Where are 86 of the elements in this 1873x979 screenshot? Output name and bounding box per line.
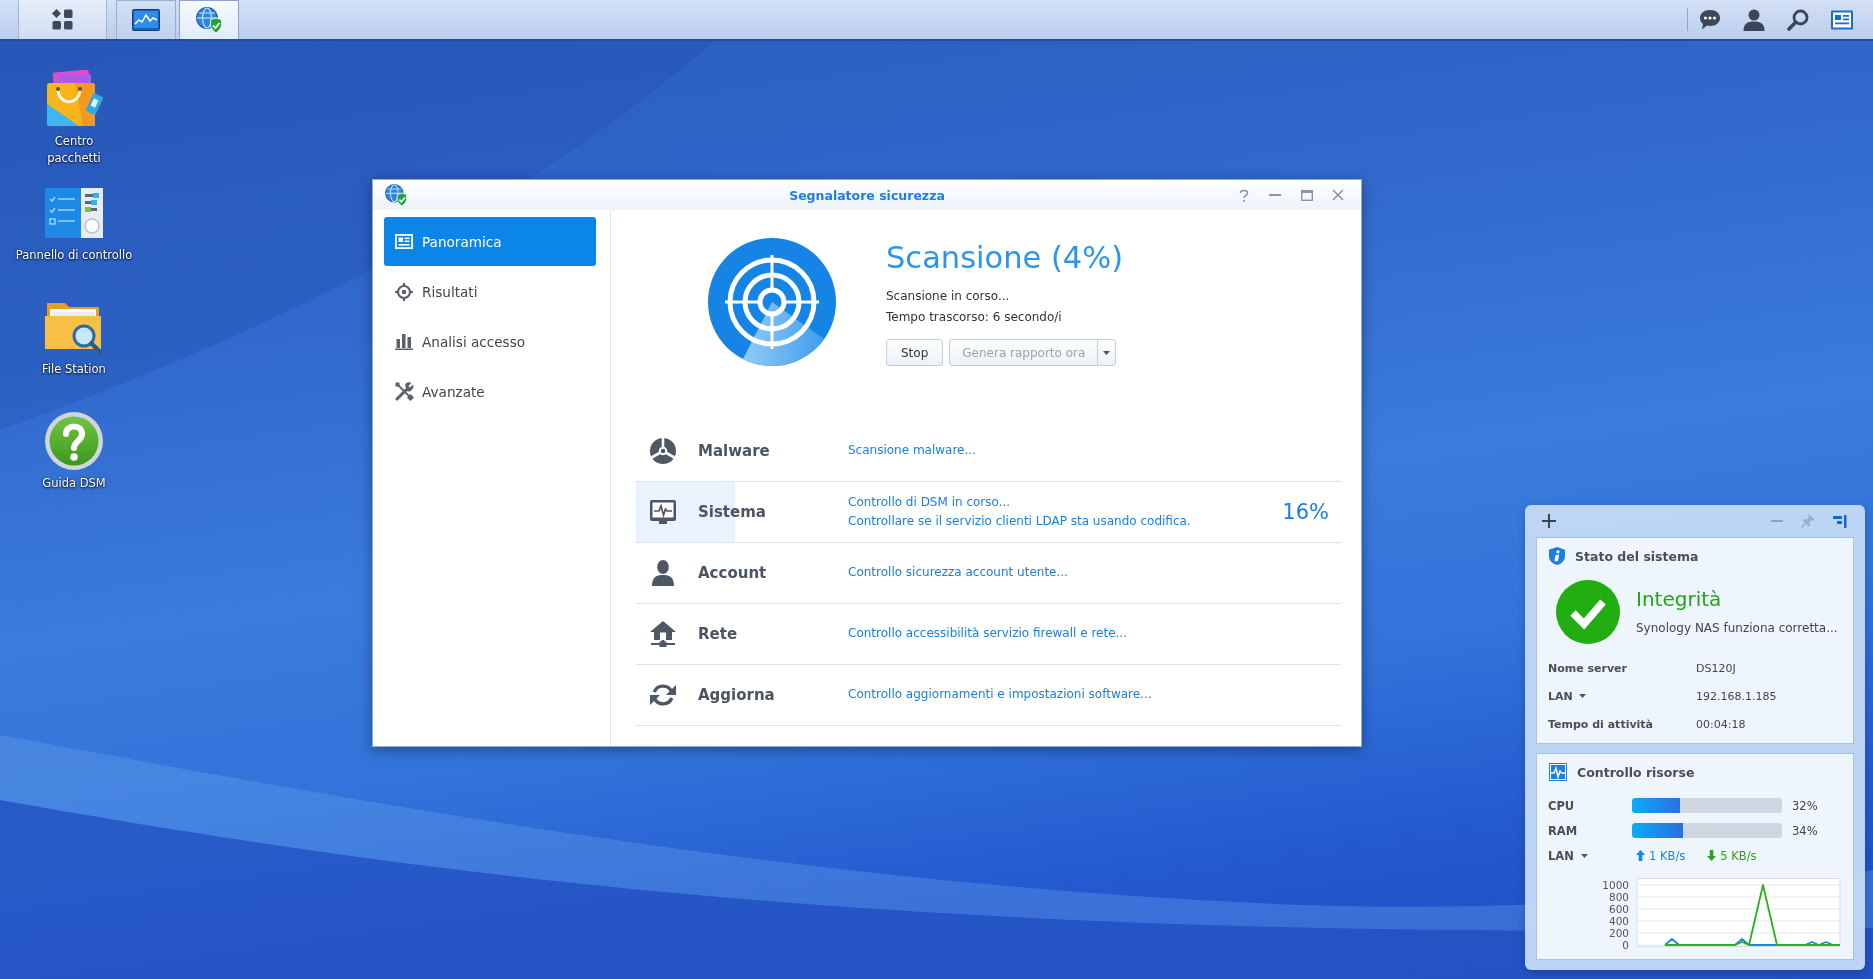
globe-shield-icon — [196, 7, 222, 33]
sidebar-item[interactable]: Risultati — [384, 267, 596, 316]
chart-icon — [132, 9, 160, 31]
main-menu-button[interactable] — [18, 0, 107, 39]
desktop-shortcut[interactable]: File Station — [8, 298, 140, 412]
axis-tick-label: 800 — [1608, 890, 1629, 903]
search-icon[interactable] — [1787, 8, 1809, 31]
category-name: Account — [698, 564, 768, 582]
status-text: Scansione malware... — [848, 442, 977, 460]
axis-tick-label: 1000 — [1602, 878, 1629, 891]
health-status: Integrità — [1636, 586, 1723, 612]
scan-title: Scansione (4%) — [886, 240, 1124, 276]
info-value: DS120J — [1696, 661, 1736, 675]
control-panel-icon[interactable] — [45, 188, 103, 238]
status-text: Controllo di DSM in corso... — [848, 493, 1012, 511]
caret-icon — [1580, 853, 1588, 858]
usage-percent: 34% — [1792, 823, 1818, 838]
monitor-pulse-icon — [650, 500, 676, 524]
grid-icon — [52, 9, 73, 30]
interface-dropdown[interactable]: LAN — [1548, 689, 1586, 703]
taskbar-app-button[interactable] — [179, 0, 239, 39]
health-message: Synology NAS funziona corretta... — [1636, 620, 1838, 637]
shopping-bag-icon[interactable] — [45, 70, 103, 128]
radiation-icon — [650, 438, 676, 464]
check-circle-icon — [1556, 580, 1620, 644]
user-icon[interactable] — [1743, 8, 1765, 31]
progress-percent: 16% — [1282, 500, 1329, 524]
download-rate: 5 KB/s — [1720, 848, 1757, 863]
maximize-icon[interactable] — [1300, 189, 1313, 201]
help-circle-icon[interactable] — [45, 412, 103, 470]
radar-icon — [708, 238, 836, 366]
taskbar-app-button[interactable] — [116, 0, 176, 39]
category-name: Malware — [698, 442, 771, 460]
meter-label: CPU — [1548, 798, 1575, 813]
interface-dropdown[interactable]: LAN — [1548, 848, 1588, 863]
status-text: Controllo sicurezza account utente... — [848, 564, 1069, 582]
info-shield-icon — [1549, 547, 1565, 565]
meter-label: RAM — [1548, 823, 1578, 838]
info-value: 192.168.1.185 — [1696, 689, 1777, 703]
arrow-down-icon — [1707, 850, 1717, 861]
close-icon[interactable] — [1332, 189, 1345, 201]
plus-icon[interactable] — [1542, 514, 1556, 528]
help-icon[interactable] — [1238, 188, 1249, 202]
widget-title: Controllo risorse — [1577, 764, 1695, 780]
desktop-shortcut[interactable]: Centro pacchetti — [8, 70, 140, 184]
scan-status: Scansione in corso... — [886, 288, 1011, 305]
id-card-icon[interactable] — [1831, 9, 1853, 30]
minimize-icon[interactable] — [1269, 194, 1282, 196]
status-text: Controllo accessibilità servizio firewall e rete... — [848, 625, 1128, 643]
info-label: Nome server — [1548, 661, 1627, 675]
axis-tick-label: 600 — [1608, 902, 1629, 915]
sidebar-icon[interactable] — [1833, 514, 1847, 528]
sidebar-item[interactable]: Panoramica — [384, 217, 596, 266]
widget-title: Stato del sistema — [1575, 548, 1699, 564]
tools-icon — [394, 382, 414, 401]
house-network-icon — [650, 621, 676, 647]
usage-percent: 32% — [1792, 798, 1818, 813]
desktop-shortcut[interactable]: Pannello di controllo — [8, 184, 140, 298]
bar-chart-icon — [395, 333, 413, 350]
sidebar-item[interactable]: Avanzate — [384, 367, 596, 416]
target-icon — [395, 282, 413, 301]
elapsed-time: Tempo trascorso: 6 secondo/i — [886, 309, 1063, 326]
pulse-icon — [1549, 763, 1567, 781]
action-button[interactable]: Stop — [886, 339, 944, 366]
caret-icon — [1578, 694, 1586, 698]
arrow-up-icon — [1636, 850, 1645, 861]
axis-tick-label: 400 — [1608, 914, 1629, 927]
globe-shield-icon — [385, 184, 407, 206]
status-text: Controllare se il servizio clienti LDAP sta usando codifica. — [848, 513, 1192, 530]
chat-icon[interactable] — [1699, 9, 1721, 30]
axis-tick-label: 200 — [1608, 926, 1629, 939]
window-title: Segnalatore sicurezza — [789, 187, 945, 203]
info-label: Tempo di attività — [1548, 717, 1654, 731]
refresh-icon — [650, 682, 676, 708]
axis-tick-label: 0 — [1622, 938, 1629, 951]
id-card-icon — [395, 234, 413, 249]
upload-rate: 1 KB/s — [1649, 848, 1686, 863]
category-name: Aggiorna — [698, 686, 776, 704]
caret-icon — [1103, 350, 1111, 355]
person-icon — [652, 560, 674, 586]
desktop-shortcut[interactable]: Guida DSM — [8, 412, 140, 526]
category-name: Rete — [698, 625, 739, 643]
status-text: Controllo aggiornamenti e impostazioni software... — [848, 686, 1153, 704]
sidebar-item[interactable]: Analisi accesso — [384, 317, 596, 366]
info-value: 00:04:18 — [1696, 717, 1746, 731]
category-name: Sistema — [698, 503, 767, 521]
